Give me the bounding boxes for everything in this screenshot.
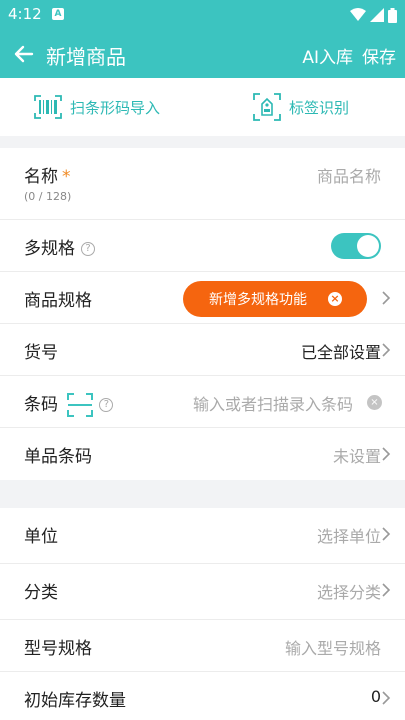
multi-spec-label: 多规格? — [24, 234, 95, 259]
barcode-label: 条码 ? — [24, 390, 114, 417]
multi-spec-row: 多规格? — [0, 220, 405, 272]
sku-label: 货号 — [24, 343, 58, 363]
required-mark: * — [62, 167, 71, 187]
tag-recognition-button[interactable]: 标签识别 — [253, 78, 349, 136]
stock-row[interactable]: 初始库存数量 0 — [0, 672, 405, 720]
chevron-right-icon — [382, 691, 391, 705]
model-row: 型号规格 输入型号规格 — [0, 620, 405, 672]
scan-icon[interactable] — [67, 393, 94, 417]
status-bar: 4:12 A — [0, 0, 405, 30]
chevron-right-icon — [382, 527, 391, 541]
name-label: 名称 * — [24, 167, 71, 187]
chevron-right-icon — [382, 447, 391, 461]
page-title: 新增商品 — [46, 45, 126, 69]
status-time: 4:12 — [8, 5, 42, 23]
more-info-section: 单位 选择单位 分类 选择分类 型号规格 输入型号规格 初始库存数量 0 — [0, 508, 405, 720]
name-row[interactable]: 名称 * (0 / 128) 商品名称 — [0, 148, 405, 220]
scan-barcode-import-label: 扫条形码导入 — [70, 98, 161, 117]
import-tools: 扫条形码导入 标签识别 — [0, 78, 405, 136]
tag-recognition-label: 标签识别 — [289, 98, 350, 117]
close-icon[interactable]: × — [328, 292, 342, 306]
help-icon[interactable]: ? — [99, 398, 114, 412]
name-input[interactable]: 商品名称 — [317, 163, 381, 187]
battery-icon — [388, 7, 397, 23]
multi-spec-toggle[interactable] — [331, 233, 381, 259]
barcode-scan-icon — [34, 95, 62, 119]
tooltip-text: 新增多规格功能 — [209, 292, 307, 308]
tag-scan-icon — [253, 93, 281, 121]
wifi-icon — [350, 8, 366, 21]
single-barcode-label: 单品条码 — [24, 447, 92, 467]
unit-value: 选择单位 — [316, 527, 381, 546]
back-arrow-icon[interactable] — [12, 42, 36, 66]
category-row[interactable]: 分类 选择分类 — [0, 564, 405, 620]
new-feature-tooltip: 新增多规格功能 × — [183, 281, 367, 317]
chevron-right-icon — [382, 343, 391, 357]
chevron-right-icon — [382, 291, 391, 305]
clear-icon[interactable]: × — [367, 395, 382, 410]
scan-barcode-import-button[interactable]: 扫条形码导入 — [34, 78, 160, 136]
help-icon[interactable]: ? — [81, 242, 95, 256]
ai-stock-in-button[interactable]: AI入库 — [302, 43, 353, 68]
single-barcode-value: 未设置 — [332, 447, 381, 466]
toggle-knob — [357, 235, 379, 257]
unit-row[interactable]: 单位 选择单位 — [0, 508, 405, 564]
system-icons — [350, 7, 397, 23]
unit-label: 单位 — [24, 527, 58, 547]
category-value: 选择分类 — [316, 583, 381, 602]
app-toolbar: 新增商品 AI入库 保存 — [0, 30, 405, 78]
barcode-row: 条码 ? 输入或者扫描录入条码 × — [0, 376, 405, 428]
single-barcode-row[interactable]: 单品条码 未设置 — [0, 428, 405, 480]
name-char-counter: (0 / 128) — [24, 190, 72, 203]
save-button[interactable]: 保存 — [362, 43, 396, 68]
barcode-input[interactable]: 输入或者扫描录入条码 — [193, 391, 353, 415]
spec-label: 商品规格 — [24, 291, 92, 311]
stock-value: 0 — [370, 687, 381, 706]
model-label: 型号规格 — [24, 639, 92, 659]
model-input[interactable]: 输入型号规格 — [285, 635, 381, 659]
signal-icon — [370, 8, 384, 22]
sku-row[interactable]: 货号 已全部设置 — [0, 324, 405, 376]
chevron-right-icon — [382, 583, 391, 597]
sku-value: 已全部设置 — [300, 343, 381, 362]
category-label: 分类 — [24, 583, 58, 603]
notification-icon: A — [52, 8, 64, 20]
stock-label: 初始库存数量 — [24, 691, 126, 711]
